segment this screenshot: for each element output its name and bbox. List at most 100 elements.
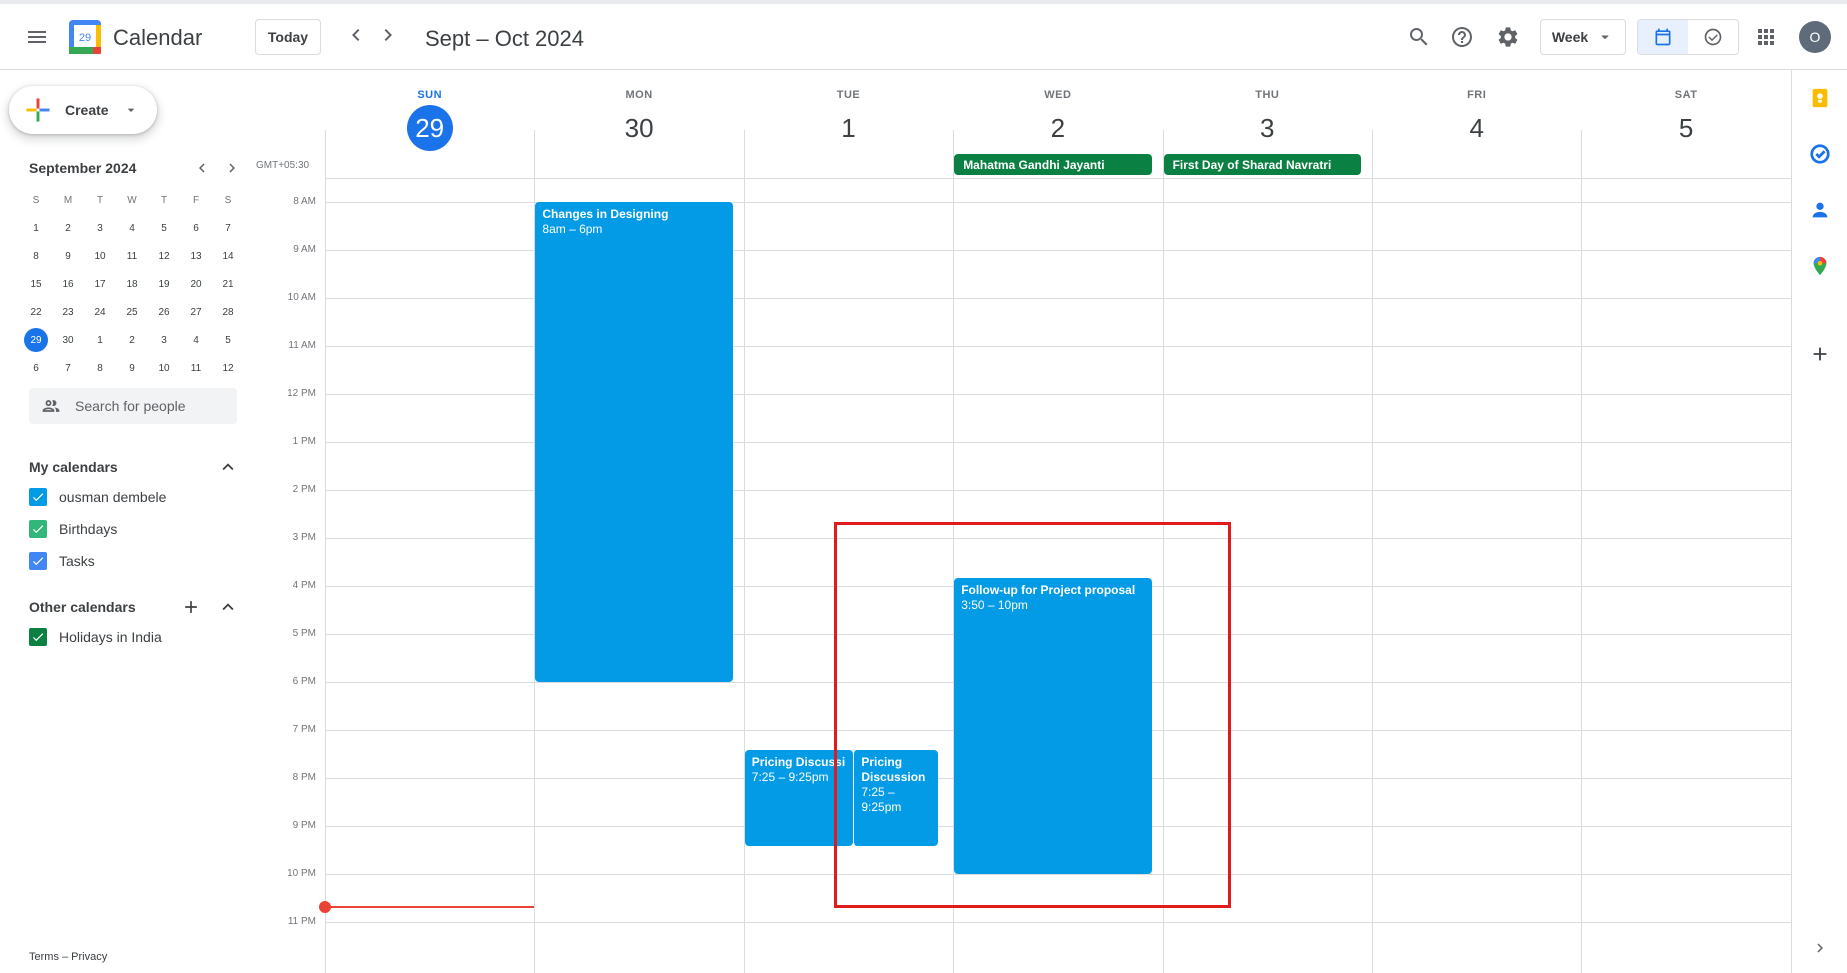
mini-day[interactable]: 9 [52,242,84,270]
all-day-event[interactable]: First Day of Sharad Navratri [1163,154,1361,175]
search-people-input[interactable]: Search for people [29,388,237,424]
mini-day[interactable]: 19 [148,270,180,298]
maps-icon[interactable] [1808,254,1832,278]
mini-day[interactable]: 26 [148,298,180,326]
mini-calendar-prev-button[interactable] [192,158,212,178]
time-grid[interactable]: 8 AM 9 AM 10 AM 11 AM 12 PM 1 PM 2 PM 3 PM 4 PM 5… [256,130,1792,973]
next-week-button[interactable] [370,17,406,53]
mini-day[interactable]: 20 [180,270,212,298]
day-number[interactable]: 5 [1663,105,1709,151]
mini-day[interactable]: 17 [84,270,116,298]
day-number[interactable]: 1 [825,105,871,151]
day-number[interactable]: 4 [1454,105,1500,151]
calendar-view-button[interactable] [1638,20,1688,54]
mini-day[interactable]: 9 [116,354,148,382]
mini-day-number: 1 [97,334,103,346]
mini-day[interactable]: 23 [52,298,84,326]
mini-day[interactable]: 1 [84,326,116,354]
day-number[interactable]: 3 [1244,105,1290,151]
mini-day[interactable]: 10 [84,242,116,270]
calendar-checkbox[interactable] [29,520,47,538]
mini-day[interactable]: 5 [212,326,244,354]
tasks-icon[interactable] [1808,142,1832,166]
contacts-icon[interactable] [1808,198,1832,222]
settings-button[interactable] [1488,17,1528,57]
mini-day[interactable]: 10 [148,354,180,382]
mini-day[interactable]: 11 [116,242,148,270]
mini-day[interactable]: 12 [212,354,244,382]
all-day-event[interactable]: Mahatma Gandhi Jayanti [954,154,1152,175]
calendar-checkbox[interactable] [29,628,47,646]
add-other-calendar-icon[interactable] [181,597,201,617]
day-header[interactable]: MON 30 [534,70,743,154]
create-button[interactable]: Create [9,86,157,134]
mini-day-selected[interactable]: 29 [20,326,52,354]
mini-day[interactable]: 3 [148,326,180,354]
mini-day[interactable]: 22 [20,298,52,326]
calendar-checkbox[interactable] [29,488,47,506]
mini-day[interactable]: 8 [84,354,116,382]
mini-day[interactable]: 25 [116,298,148,326]
mini-weekday-initial: S [32,194,40,206]
calendar-event[interactable]: Changes in Designing 8am – 6pm [535,202,733,682]
mini-day[interactable]: 5 [148,214,180,242]
calendar-item[interactable]: Birthdays [29,520,117,538]
day-number[interactable]: 2 [1035,105,1081,151]
today-button[interactable]: Today [255,19,321,55]
mini-day[interactable]: 21 [212,270,244,298]
mini-day[interactable]: 27 [180,298,212,326]
mini-day-number: 5 [161,222,167,234]
help-button[interactable] [1442,17,1482,57]
account-avatar[interactable]: O [1799,21,1831,53]
expand-panel-icon[interactable] [1808,936,1832,960]
mini-day[interactable]: 11 [180,354,212,382]
day-number[interactable]: 30 [616,105,662,151]
calendar-item[interactable]: ousman dembele [29,488,166,506]
mini-day[interactable]: 24 [84,298,116,326]
calendar-checkbox[interactable] [29,552,47,570]
mini-calendar-next-button[interactable] [222,158,242,178]
day-header[interactable]: FRI 4 [1372,70,1581,154]
chevron-up-icon[interactable] [217,456,239,478]
calendar-logo-icon[interactable]: 29 [69,20,101,54]
day-number[interactable]: 29 [406,105,453,151]
mini-day[interactable]: 16 [52,270,84,298]
day-header[interactable]: TUE 1 [744,70,953,154]
my-calendars-header[interactable]: My calendars [29,456,239,478]
main-menu-button[interactable] [17,17,57,57]
mini-day[interactable]: 6 [180,214,212,242]
terms-privacy-links[interactable]: Terms – Privacy [29,951,107,963]
mini-day[interactable]: 14 [212,242,244,270]
mini-day[interactable]: 30 [52,326,84,354]
google-apps-button[interactable] [1746,17,1786,57]
mini-day[interactable]: 6 [20,354,52,382]
mini-day[interactable]: 13 [180,242,212,270]
mini-day[interactable]: 2 [52,214,84,242]
mini-day[interactable]: 12 [148,242,180,270]
mini-day[interactable]: 18 [116,270,148,298]
calendar-item[interactable]: Holidays in India [29,628,162,646]
previous-week-button[interactable] [338,17,374,53]
keep-icon[interactable] [1808,86,1832,110]
day-header[interactable]: SAT 5 [1581,70,1790,154]
mini-day[interactable]: 2 [116,326,148,354]
mini-day[interactable]: 7 [212,214,244,242]
mini-day[interactable]: 4 [180,326,212,354]
tasks-view-button[interactable] [1688,20,1738,54]
calendar-item[interactable]: Tasks [29,552,95,570]
day-header[interactable]: SUN 29 [325,70,534,154]
day-header[interactable]: WED 2 [953,70,1162,154]
search-button[interactable] [1399,17,1439,57]
view-selector[interactable]: Week [1540,19,1626,55]
mini-day[interactable]: 28 [212,298,244,326]
mini-day[interactable]: 1 [20,214,52,242]
mini-day[interactable]: 7 [52,354,84,382]
mini-day[interactable]: 3 [84,214,116,242]
get-addons-icon[interactable] [1808,342,1832,366]
mini-day[interactable]: 15 [20,270,52,298]
mini-day[interactable]: 4 [116,214,148,242]
mini-day[interactable]: 8 [20,242,52,270]
people-icon [42,400,60,412]
chevron-up-icon[interactable] [217,596,239,618]
day-header[interactable]: THU 3 [1163,70,1372,154]
